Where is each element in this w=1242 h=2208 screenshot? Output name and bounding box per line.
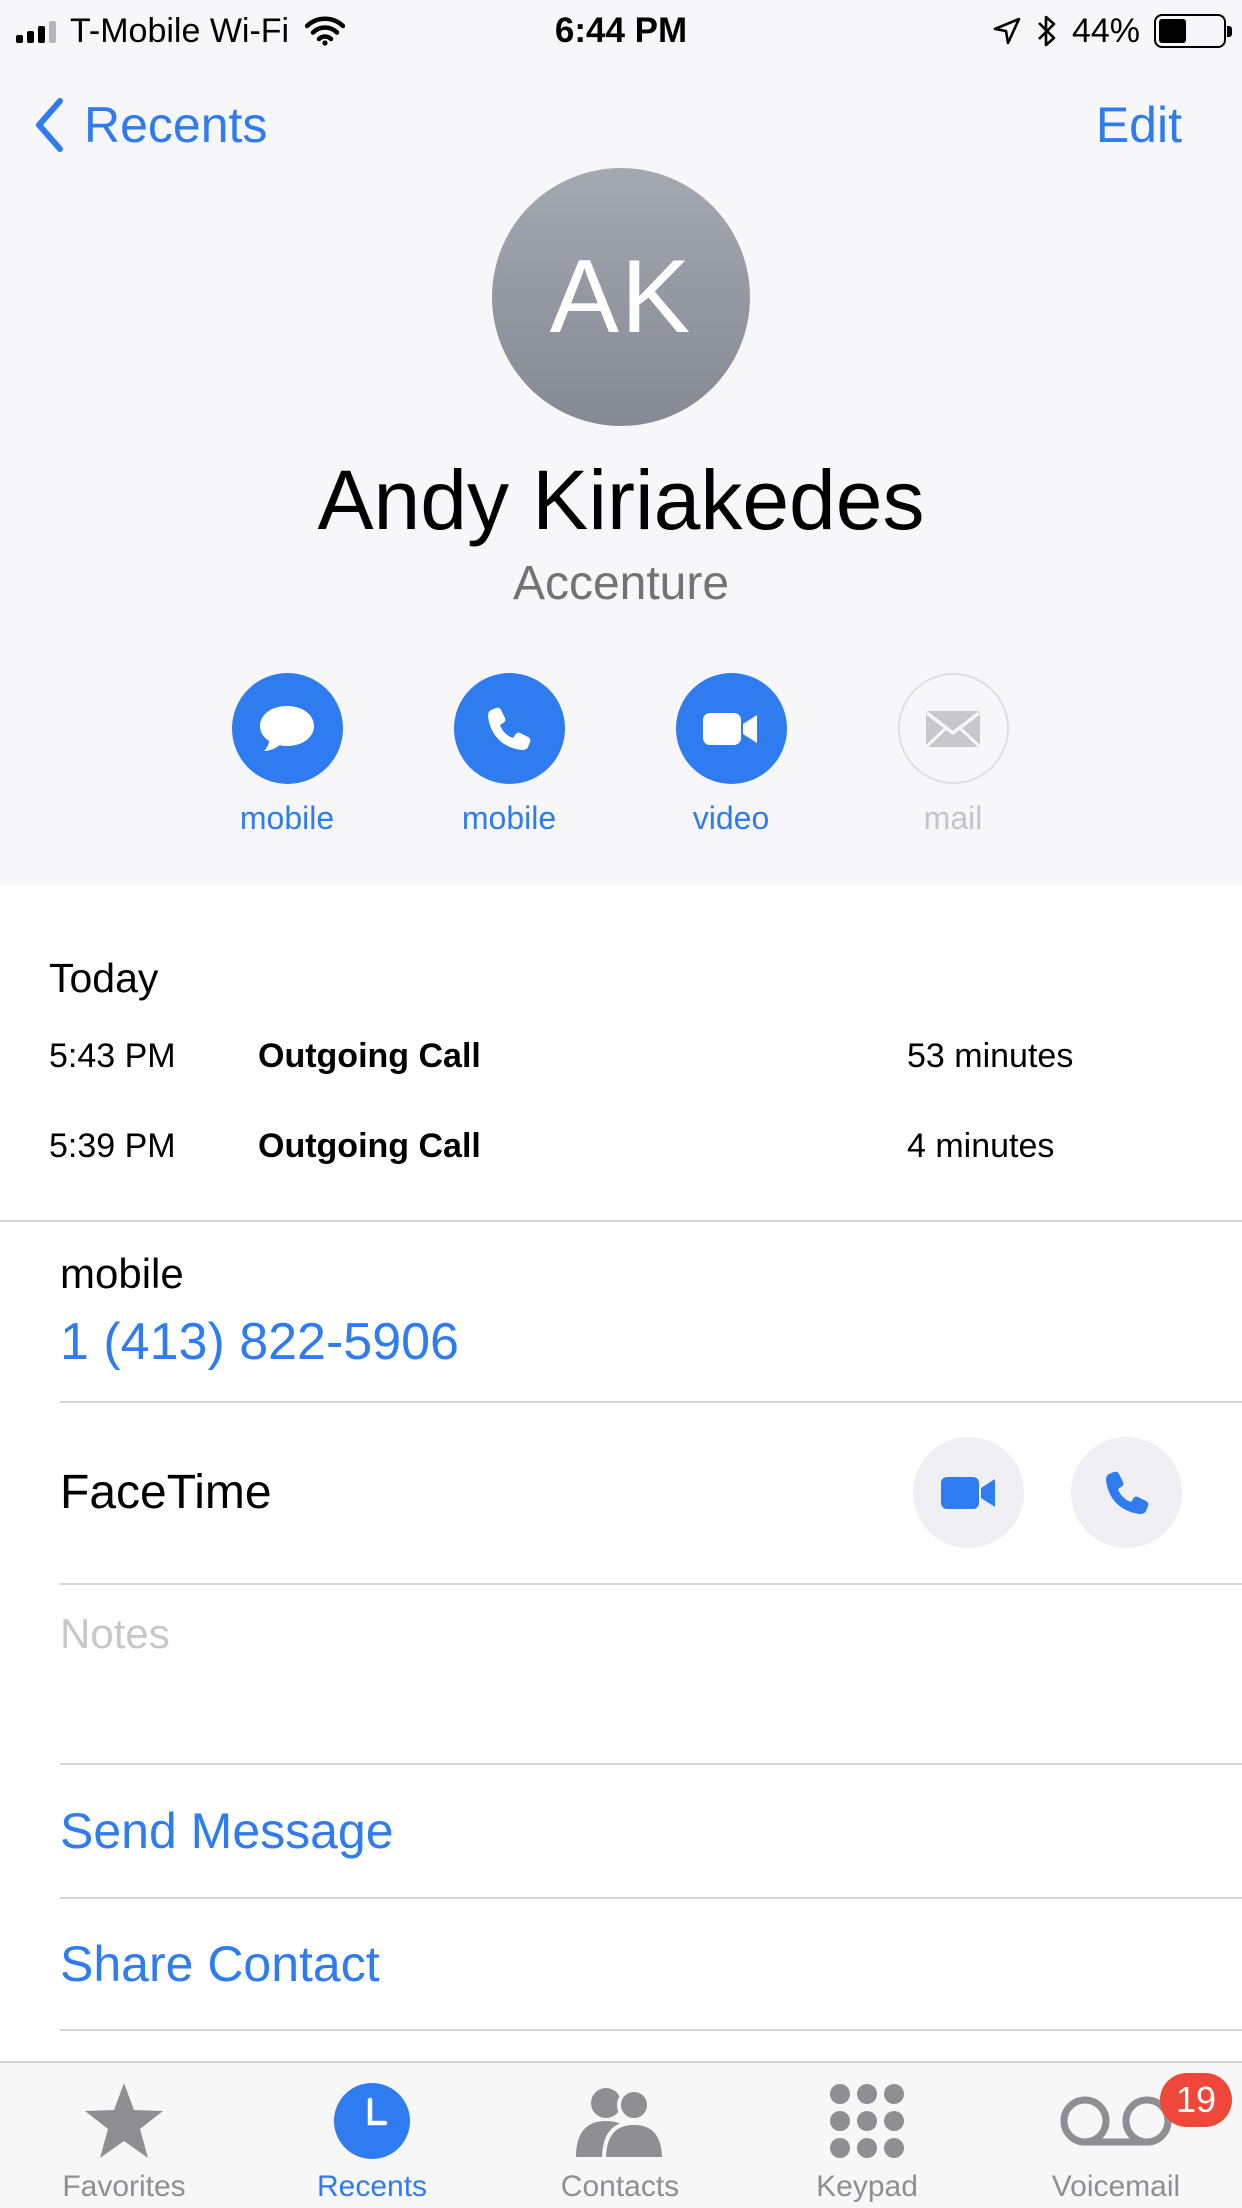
tab-label: Recents xyxy=(316,2170,428,2203)
divider xyxy=(60,1763,1242,1765)
keypad-icon xyxy=(828,2076,906,2166)
video-camera-icon xyxy=(939,1473,999,1513)
share-contact-button[interactable]: Share Contact xyxy=(60,1935,380,1993)
history-day-label: Today xyxy=(49,955,159,1001)
back-button[interactable]: Recents xyxy=(34,96,267,154)
divider xyxy=(60,1401,1242,1403)
call-duration: 4 minutes xyxy=(907,1127,1055,1165)
phone-icon xyxy=(1102,1468,1152,1518)
battery-percent: 44% xyxy=(1071,11,1140,50)
mail-action-button[interactable]: mail xyxy=(868,673,1038,837)
contact-name: Andy Kiriakedes xyxy=(317,453,925,547)
video-camera-icon xyxy=(675,673,787,784)
chevron-left-icon xyxy=(34,97,64,153)
message-bubble-icon xyxy=(231,673,343,784)
tab-label: Favorites xyxy=(62,2170,186,2203)
avatar: AK xyxy=(492,168,750,426)
voicemail-badge: 19 xyxy=(1160,2073,1232,2127)
envelope-icon xyxy=(897,673,1009,784)
facetime-video-button[interactable] xyxy=(913,1437,1024,1548)
call-type: Outgoing Call xyxy=(258,1127,481,1165)
voicemail-icon xyxy=(1058,2076,1174,2166)
contact-company: Accenture xyxy=(512,557,730,610)
tab-label: Keypad xyxy=(816,2170,918,2203)
message-action-label: mobile xyxy=(239,800,335,836)
tab-keypad[interactable]: Keypad xyxy=(767,2076,967,2204)
divider xyxy=(60,1583,1242,1585)
tab-recents[interactable]: Recents xyxy=(272,2076,472,2204)
status-bar-right: 44% xyxy=(992,8,1232,54)
call-action-button[interactable]: mobile xyxy=(424,673,594,837)
call-type: Outgoing Call xyxy=(258,1037,481,1075)
location-arrow-icon xyxy=(992,16,1022,46)
divider xyxy=(0,1220,1242,1222)
back-button-label: Recents xyxy=(84,97,268,153)
star-icon xyxy=(81,2076,167,2166)
mail-action-label: mail xyxy=(923,800,983,836)
facetime-audio-button[interactable] xyxy=(1071,1437,1182,1548)
notes-field[interactable]: Notes xyxy=(60,1610,170,1658)
bluetooth-icon xyxy=(1036,14,1058,48)
tab-favorites[interactable]: Favorites xyxy=(24,2076,224,2204)
tab-label: Contacts xyxy=(560,2170,680,2203)
battery-icon xyxy=(1154,14,1232,48)
call-time: 5:43 PM xyxy=(49,1037,176,1075)
send-message-button[interactable]: Send Message xyxy=(60,1802,394,1860)
clock-icon xyxy=(333,2076,411,2166)
divider xyxy=(60,2029,1242,2031)
tab-label: Voicemail xyxy=(1051,2170,1181,2203)
video-action-button[interactable]: video xyxy=(646,673,816,837)
facetime-label: FaceTime xyxy=(60,1466,272,1519)
message-action-button[interactable]: mobile xyxy=(202,673,372,837)
call-action-label: mobile xyxy=(461,800,557,836)
edit-button[interactable]: Edit xyxy=(1096,96,1182,154)
call-time: 5:39 PM xyxy=(49,1127,176,1165)
tab-contacts[interactable]: Contacts xyxy=(520,2076,720,2204)
divider xyxy=(60,1897,1242,1899)
phone-icon xyxy=(453,673,565,784)
video-action-label: video xyxy=(692,800,770,836)
call-duration: 53 minutes xyxy=(907,1037,1074,1075)
contacts-icon xyxy=(568,2076,672,2166)
phone-number-link[interactable]: 1 (413) 822-5906 xyxy=(60,1312,459,1372)
phone-label: mobile xyxy=(60,1250,184,1297)
